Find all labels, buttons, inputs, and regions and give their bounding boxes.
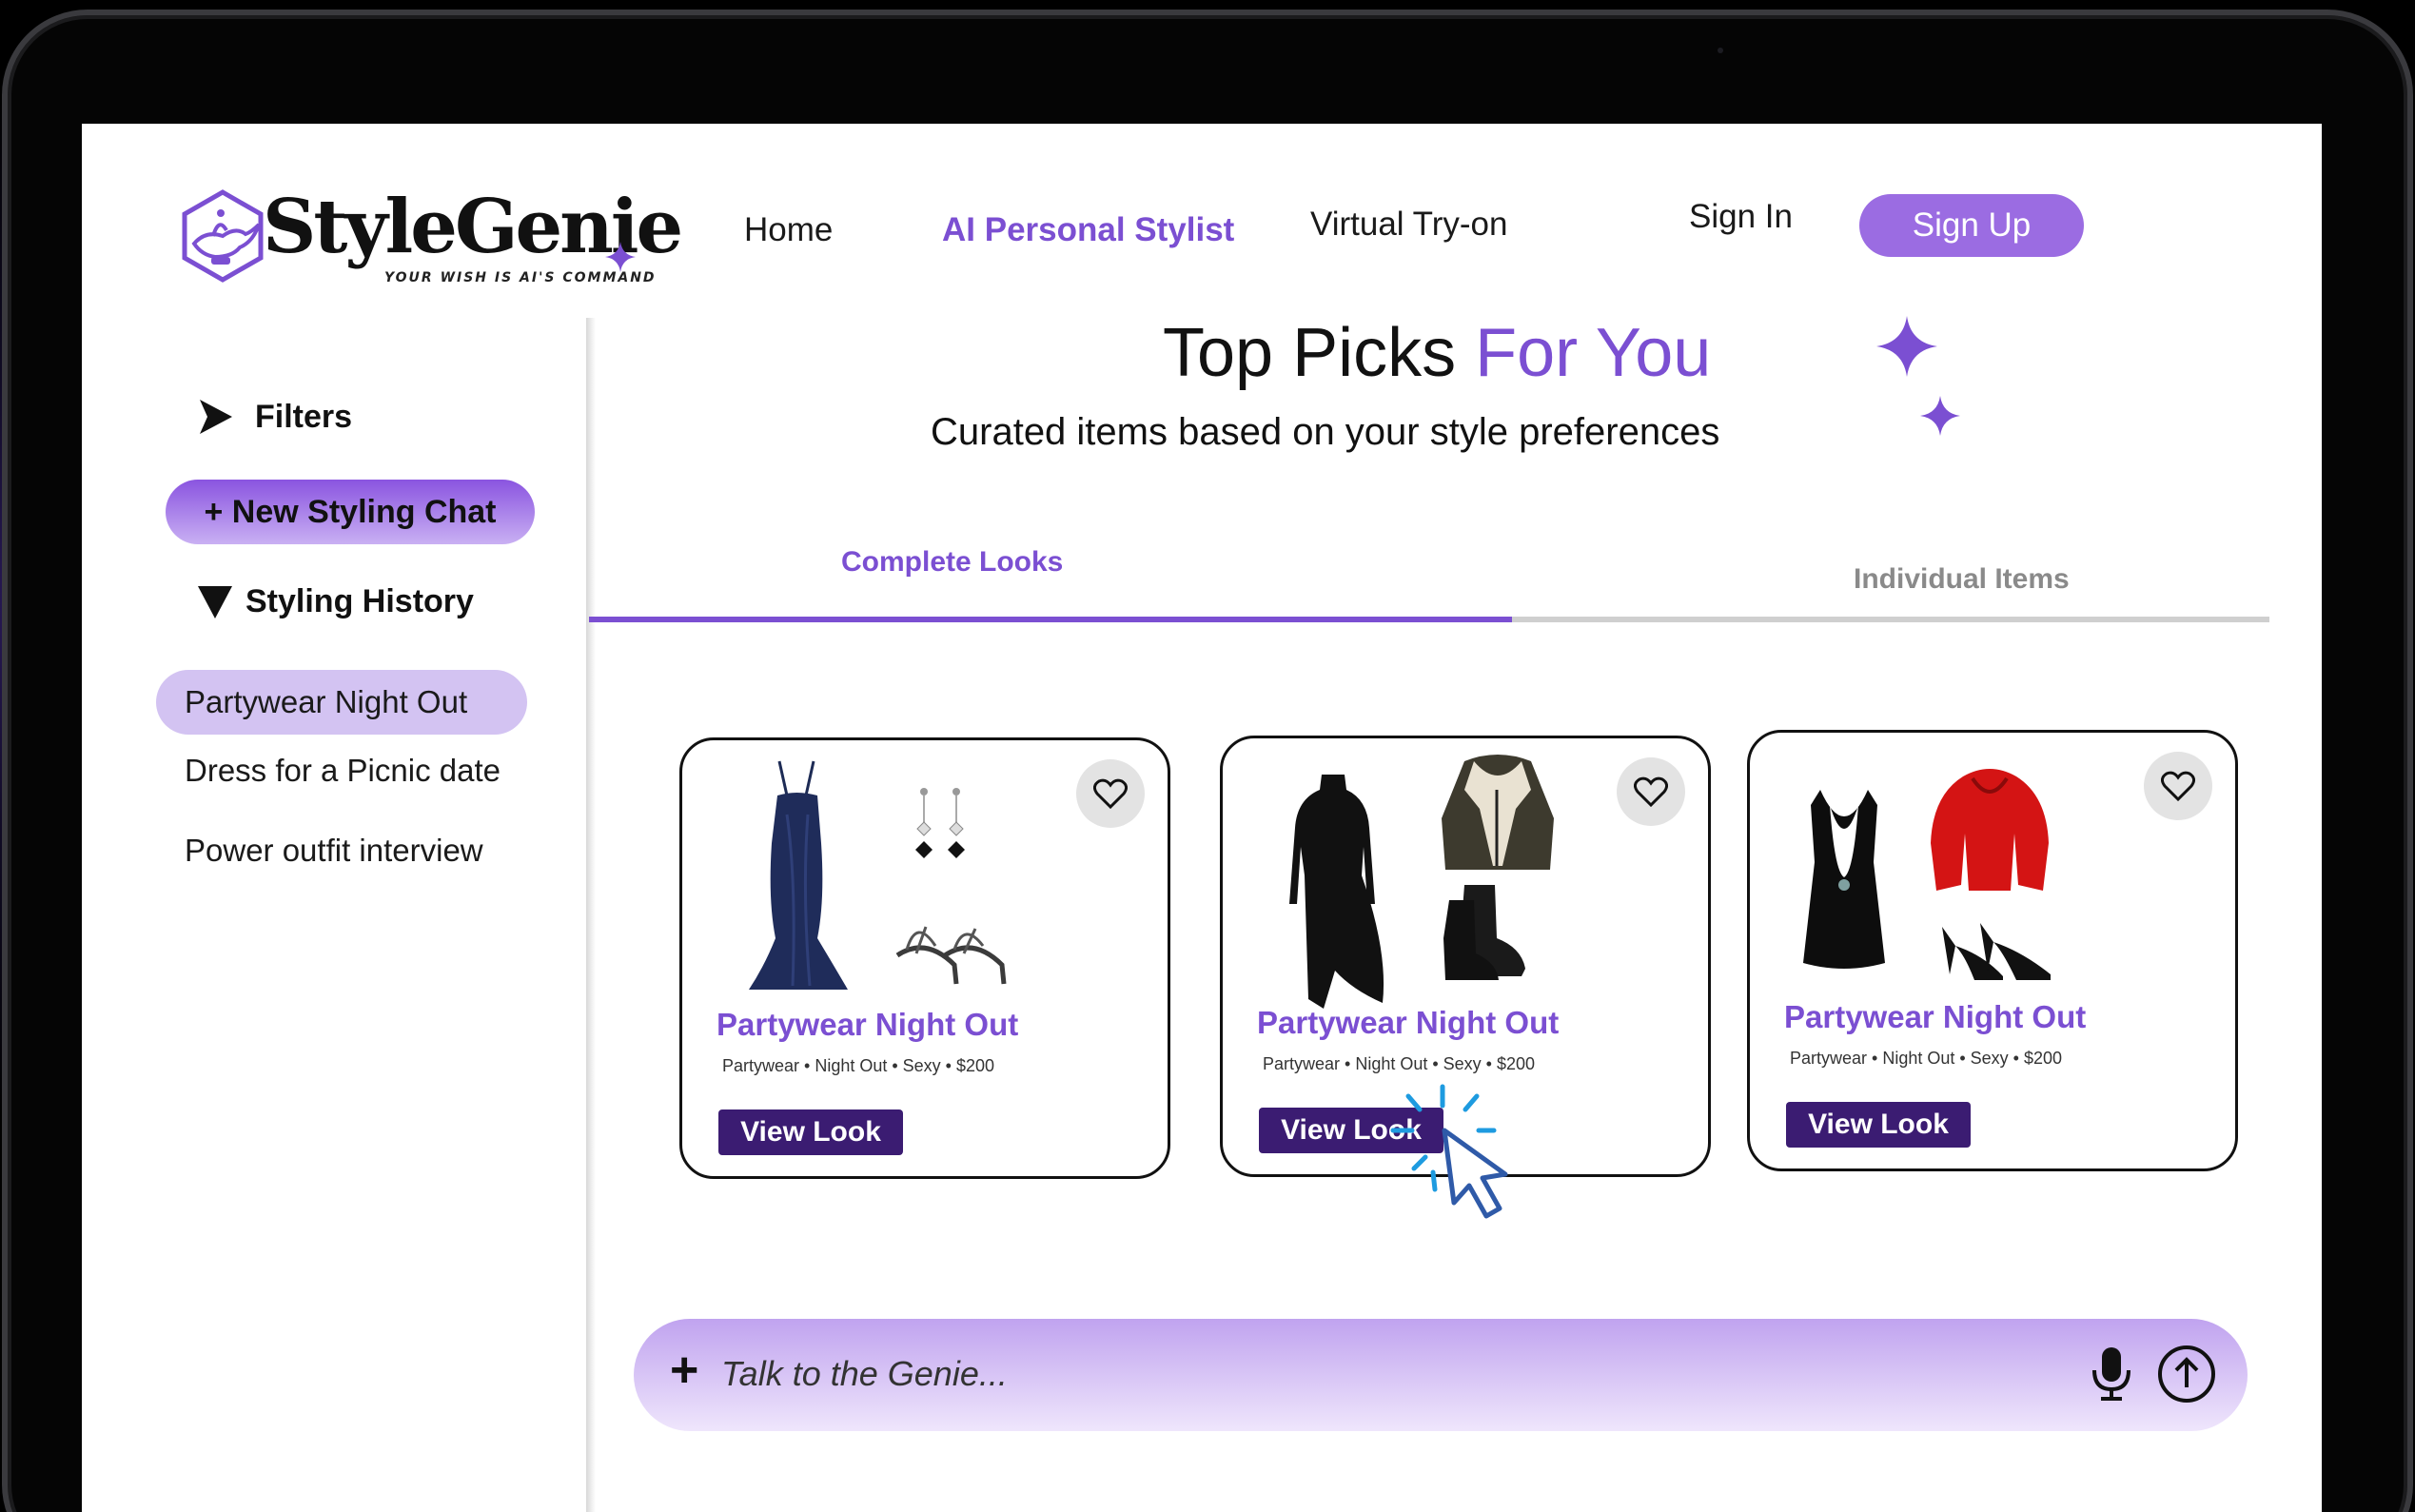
nav-ai-personal-stylist[interactable]: AI Personal Stylist xyxy=(942,211,1234,249)
brand-logo[interactable]: StyleGenie YOUR WISH IS AI'S COMMAND xyxy=(177,188,683,293)
styling-history-label: Styling History xyxy=(245,582,474,619)
black-pumps-image xyxy=(1942,923,2051,980)
attach-plus-button[interactable]: + xyxy=(670,1342,698,1399)
card-title: Partywear Night Out xyxy=(717,1007,1019,1042)
tab-active-indicator xyxy=(589,617,1512,622)
view-look-button[interactable]: View Look xyxy=(1786,1102,1971,1148)
card-meta: Partywear • Night Out • Sexy • $200 xyxy=(1790,1049,2063,1068)
brand-tagline: YOUR WISH IS AI'S COMMAND xyxy=(384,270,657,285)
send-arrow-icon[interactable] xyxy=(2156,1344,2217,1404)
history-item-partywear[interactable]: Partywear Night Out xyxy=(156,670,527,735)
black-drop-earrings-image xyxy=(915,788,965,858)
history-item-label: Power outfit interview xyxy=(185,833,483,868)
favorite-button[interactable] xyxy=(1076,759,1145,828)
title-plain: Top Picks xyxy=(1163,315,1476,391)
tab-individual-items[interactable]: Individual Items xyxy=(1854,563,2070,596)
heart-icon xyxy=(2161,771,2195,801)
title-accent: For You xyxy=(1475,315,1712,391)
look-card[interactable]: Partywear Night Out Partywear • Night Ou… xyxy=(679,737,1170,1179)
click-cursor-icon xyxy=(1390,1084,1508,1219)
black-halter-cutout-dress-image xyxy=(1803,790,1885,969)
card-meta: Partywear • Night Out • Sexy • $200 xyxy=(722,1056,995,1075)
microphone-icon[interactable] xyxy=(2090,1345,2133,1403)
sparkle-icon xyxy=(1920,396,1960,436)
filters-label: Filters xyxy=(255,398,353,435)
favorite-button[interactable] xyxy=(1617,757,1685,826)
nav-virtual-try-on[interactable]: Virtual Try-on xyxy=(1310,206,1508,244)
card-title: Partywear Night Out xyxy=(1257,1005,1560,1040)
look-card[interactable]: Partywear Night Out Partywear • Night Ou… xyxy=(1747,730,2238,1171)
favorite-button[interactable] xyxy=(2144,752,2212,820)
red-fur-jacket-image xyxy=(1931,769,2049,891)
filters-toggle[interactable]: Filters xyxy=(196,398,352,436)
card-meta: Partywear • Night Out • Sexy • $200 xyxy=(1263,1054,1536,1073)
navy-mermaid-gown-image xyxy=(749,760,848,990)
page-subtitle: Curated items based on your style prefer… xyxy=(931,411,1720,453)
black-asymmetric-dress-image xyxy=(1289,775,1384,1009)
black-ankle-boots-image xyxy=(1443,885,1525,980)
app-screen: StyleGenie YOUR WISH IS AI'S COMMAND Hom… xyxy=(82,124,2322,1512)
heart-icon xyxy=(1093,778,1128,809)
history-item-label: Partywear Night Out xyxy=(185,684,468,719)
nav-home[interactable]: Home xyxy=(744,211,833,249)
page-title: Top Picks For You xyxy=(1163,314,1711,392)
strappy-heels-image xyxy=(895,926,1007,985)
sign-up-button[interactable]: Sign Up xyxy=(1859,194,2084,257)
view-look-button[interactable]: View Look xyxy=(718,1109,903,1155)
caret-down-icon xyxy=(198,586,232,619)
sign-in-link[interactable]: Sign In xyxy=(1689,198,1793,236)
history-item-label: Dress for a Picnic date xyxy=(185,753,501,788)
tab-complete-looks[interactable]: Complete Looks xyxy=(841,546,1063,579)
camera-dot xyxy=(1718,48,1723,53)
history-item-interview[interactable]: Power outfit interview xyxy=(156,818,527,883)
sparkle-icon xyxy=(1876,316,1937,377)
genie-lamp-icon xyxy=(182,189,264,283)
new-styling-chat-button[interactable]: + New Styling Chat xyxy=(166,480,535,544)
history-item-picnic[interactable]: Dress for a Picnic date xyxy=(156,738,527,803)
sparkle-icon xyxy=(605,242,636,272)
chat-input[interactable] xyxy=(721,1345,1958,1403)
styling-history-toggle[interactable]: Styling History xyxy=(196,582,474,620)
shearling-aviator-jacket-image xyxy=(1442,755,1554,870)
genie-chat-bar: + xyxy=(634,1319,2248,1431)
arrow-right-icon xyxy=(200,400,232,434)
sidebar-divider xyxy=(586,318,596,1512)
card-title: Partywear Night Out xyxy=(1784,999,2087,1034)
heart-icon xyxy=(1634,776,1668,807)
